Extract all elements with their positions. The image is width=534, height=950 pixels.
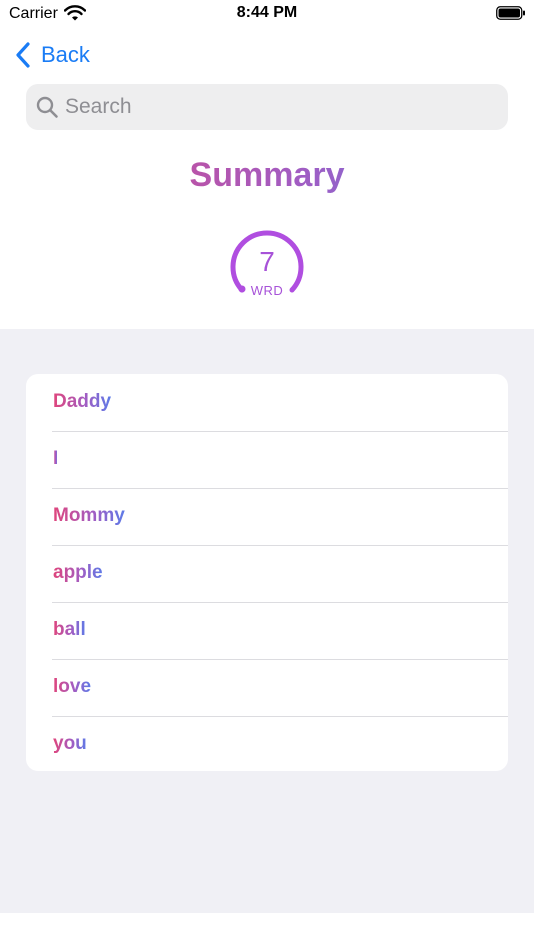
list-item[interactable]: apple — [26, 545, 508, 602]
screen: Carrier 8:44 PM Back Summary 7 — [0, 0, 534, 950]
word-label: Daddy — [53, 391, 112, 412]
word-label: apple — [53, 562, 103, 583]
status-time: 8:44 PM — [236, 4, 298, 21]
list-item[interactable]: you — [26, 716, 508, 771]
chevron-left-icon — [16, 42, 30, 68]
gauge-unit: WRD — [250, 283, 284, 298]
word-list: Daddy I Mommy apple ball love you — [26, 374, 508, 771]
battery-icon — [496, 6, 525, 20]
list-item[interactable]: I — [26, 431, 508, 488]
list-item[interactable]: love — [26, 659, 508, 716]
search-bar[interactable] — [26, 84, 508, 130]
word-label: I — [53, 448, 59, 469]
back-button[interactable]: Back — [14, 38, 90, 72]
gauge-value: 7 — [259, 246, 275, 277]
page-title: Summary — [0, 156, 534, 195]
word-label: Mommy — [53, 505, 125, 526]
list-item[interactable]: ball — [26, 602, 508, 659]
word-label: love — [53, 676, 92, 697]
search-input[interactable] — [65, 95, 485, 119]
bottom-strip — [0, 913, 534, 950]
list-item[interactable]: Mommy — [26, 488, 508, 545]
word-label: you — [53, 733, 87, 754]
search-icon — [36, 96, 58, 118]
list-item[interactable]: Daddy — [26, 374, 508, 431]
back-label: Back — [41, 42, 90, 67]
word-count-gauge: 7 WRD — [227, 226, 307, 302]
word-label: ball — [53, 619, 86, 640]
list-area: Daddy I Mommy apple ball love you — [0, 329, 534, 913]
status-bar: Carrier 8:44 PM — [0, 0, 534, 30]
